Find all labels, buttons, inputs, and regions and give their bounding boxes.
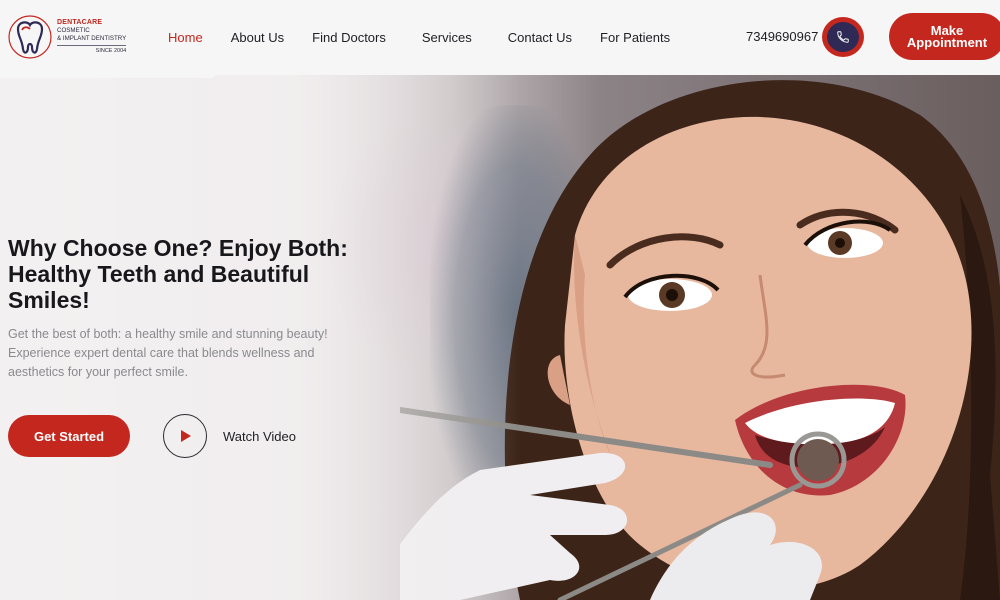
nav-find-doctors[interactable]: Find Doctors — [312, 30, 386, 45]
hero-subtitle: Get the best of both: a healthy smile an… — [8, 327, 328, 379]
hero-title: Why Choose One? Enjoy Both: Healthy Teet… — [8, 235, 348, 313]
watch-video-label[interactable]: Watch Video — [223, 429, 296, 444]
watch-video-button[interactable]: Watch Video — [163, 414, 296, 458]
play-button-circle[interactable] — [163, 414, 207, 458]
brand-line2: COSMETIC — [57, 27, 90, 34]
brand-name: DENTACARE — [57, 19, 103, 26]
brand-since: SINCE 2004 — [57, 45, 127, 55]
logo-text: DENTACARE COSMETIC & IMPLANT DENTISTRY S… — [57, 19, 127, 55]
tooth-logo-icon — [8, 15, 52, 59]
call-button[interactable] — [822, 17, 864, 57]
hero-section: Why Choose One? Enjoy Both: Healthy Teet… — [0, 75, 1000, 600]
nav-home[interactable]: Home — [168, 30, 203, 45]
nav-about-us[interactable]: About Us — [231, 30, 284, 45]
main-nav: Home About Us Find Doctors Services Cont… — [168, 0, 698, 75]
nav-services[interactable]: Services — [422, 30, 472, 45]
phone-number[interactable]: 7349690967 — [746, 29, 818, 44]
logo[interactable]: DENTACARE COSMETIC & IMPLANT DENTISTRY S… — [8, 8, 138, 66]
site-header: DENTACARE COSMETIC & IMPLANT DENTISTRY S… — [0, 0, 1000, 75]
nav-contact-us[interactable]: Contact Us — [508, 30, 572, 45]
play-icon — [181, 430, 191, 442]
phone-icon — [837, 31, 849, 43]
brand-line3: & IMPLANT DENTISTRY — [57, 35, 127, 42]
get-started-button[interactable]: Get Started — [8, 415, 130, 457]
nav-for-patients[interactable]: For Patients — [600, 30, 670, 45]
make-appointment-button[interactable]: Make Appointment — [889, 13, 1000, 60]
